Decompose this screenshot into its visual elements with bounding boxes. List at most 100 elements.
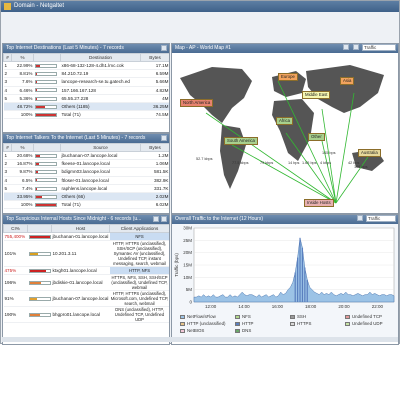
table-row[interactable]: 4 6.46% 157.166.167.128 4.82M: [3, 86, 169, 95]
map-panel-header: Map - AP - World Map #1 Traffic: [172, 44, 398, 53]
table-row[interactable]: 100% Total (71) 6.02M: [3, 200, 169, 210]
table-row[interactable]: 100% Total (71) 74.5M: [3, 110, 169, 120]
row-percent: 6.5%: [11, 176, 34, 185]
region-africa[interactable]: Africa: [276, 117, 293, 125]
column-header[interactable]: [27, 224, 52, 233]
refresh-icon[interactable]: [153, 216, 159, 222]
legend-item[interactable]: SSH: [290, 314, 306, 319]
column-header[interactable]: [33, 143, 61, 152]
table-row[interactable]: 91% jbuchanan-07.lancope.local HTTP, HTTPS…: [3, 290, 169, 308]
row-index: 4: [3, 86, 12, 95]
row-ci-percent: 91%: [3, 290, 28, 308]
legend-item[interactable]: HTTPS: [290, 321, 311, 326]
percent-bar: [34, 194, 57, 199]
legend-item[interactable]: HTTP (unclassified): [180, 321, 225, 326]
row-source: fkeese-01.lancope.local: [60, 159, 141, 169]
table-row[interactable]: 1 20.68% jbuchanan-07.lancope.local 1.2M: [3, 151, 169, 161]
table-row[interactable]: 2 8.81% 84.210.72.19 6.59M: [3, 69, 169, 79]
table-row[interactable]: 1 22.99% x86-68-132-128-4.dh1.lmc.cok 17.1M: [3, 61, 169, 71]
table-row[interactable]: 196% jbdiskie-01.lancope.local HTTPS, NFS,…: [3, 274, 169, 292]
table-row[interactable]: 48.72% Others (1185) 36.25M: [3, 102, 169, 112]
column-header[interactable]: [33, 53, 61, 62]
bar-cell: [33, 151, 61, 161]
traffic-chart-area: 0 5M 10M 15M 20M 25M 30M 12:00 14:00 16:00 18:00 20…: [172, 224, 398, 340]
map-metric-dropdown[interactable]: Traffic: [362, 44, 396, 51]
bar-cell: [33, 86, 61, 95]
row-percent: 5.36%: [11, 94, 34, 103]
row-index: [3, 102, 12, 112]
region-australia[interactable]: Australia: [358, 149, 381, 157]
panel-options-icon[interactable]: [161, 45, 167, 51]
region-middle-east[interactable]: Middle East: [302, 91, 331, 99]
legend-label: HTTPS: [297, 321, 312, 326]
panel-options-icon[interactable]: [161, 216, 167, 222]
row-percent: 8.81%: [11, 69, 34, 79]
row-host: bhgpro01.lancope.local: [51, 306, 110, 324]
percent-bar: [34, 186, 57, 191]
legend-item[interactable]: DNS: [235, 328, 251, 333]
table-row[interactable]: 5 7.4% raphlens.lancope.local 331.7K: [3, 184, 169, 193]
legend-item[interactable]: NetFlow/sFlow: [180, 314, 216, 319]
region-north-america[interactable]: North America: [180, 99, 214, 107]
table-row[interactable]: 33.95% Others (66) 2.02M: [3, 192, 169, 202]
legend-item[interactable]: NetBIOS: [180, 328, 204, 333]
legend-label: NetBIOS: [187, 328, 205, 333]
table-row[interactable]: 3 7.6% lancope-research-se.tu.gatech.ed 5.6…: [3, 77, 169, 87]
percent-bar: [28, 251, 51, 256]
percent-bar: [28, 269, 51, 274]
legend-label: HTTP (unclassified): [187, 321, 226, 326]
column-header[interactable]: Destination: [60, 53, 141, 62]
row-index: 2: [3, 69, 12, 79]
y-tick-label: 10M: [183, 275, 192, 280]
column-header[interactable]: #: [3, 143, 12, 152]
bar-cell: [33, 69, 61, 79]
region-other[interactable]: Other: [308, 133, 325, 141]
panel-options-icon[interactable]: [161, 135, 167, 141]
row-client-apps: HTTP, HTTPS (unclassified), SSH/SCP (unc…: [109, 240, 169, 268]
legend-item[interactable]: Undefined UDP: [345, 321, 383, 326]
percent-bar: [34, 153, 57, 158]
bar-cell: [33, 110, 61, 120]
row-ci-percent: 196%: [3, 274, 28, 292]
traffic-metric-dropdown[interactable]: Traffic: [366, 215, 396, 222]
legend-item[interactable]: Undefined TCP: [345, 314, 382, 319]
column-header[interactable]: #: [3, 53, 12, 62]
column-header[interactable]: Source: [60, 143, 141, 152]
table-row[interactable]: 190% bhgpro01.lancope.local DNS (unclassif…: [3, 306, 169, 324]
column-header[interactable]: %: [11, 53, 34, 62]
row-destination: 65.55.27.228: [60, 94, 141, 103]
column-header[interactable]: %: [11, 143, 34, 152]
row-index: 1: [3, 151, 12, 161]
row-host: jbuchanan-01.lancope.local: [51, 232, 110, 242]
legend-swatch: [235, 328, 240, 333]
table-row[interactable]: 3 9.87% bdigmn03.lancope.local 581.5K: [3, 167, 169, 177]
settings-icon[interactable]: [352, 44, 359, 50]
refresh-icon[interactable]: [356, 215, 363, 221]
table-row[interactable]: 475% ktxgh01.lancope.local HTTP, NFS: [3, 266, 169, 276]
row-bytes: 74.5M: [140, 110, 169, 120]
legend-swatch: [290, 314, 295, 319]
row-percent: 33.95%: [11, 192, 34, 202]
region-asia[interactable]: Asia: [340, 77, 355, 85]
table-row[interactable]: 5 5.36% 65.55.27.228 4M: [3, 94, 169, 103]
zoom-icon[interactable]: [343, 44, 350, 50]
talkers-panel: Top Internet Talkers To the Internet (La…: [2, 133, 170, 214]
legend-item[interactable]: NFS: [235, 314, 251, 319]
destinations-panel: Top Internet Destinations (Last 5 Minute…: [2, 43, 170, 133]
legend-item[interactable]: HTTP: [235, 321, 253, 326]
row-client-apps: HTTP, HTTPS (unclassified), Microsoft.co…: [109, 290, 169, 308]
row-bytes: 17.1M: [140, 61, 169, 71]
bar-cell: [27, 240, 52, 268]
table-row[interactable]: 101% 10.201.3.11 HTTP, HTTPS (unclassified…: [3, 240, 169, 268]
region-europe[interactable]: Europe: [278, 73, 298, 81]
region-south-america[interactable]: South America: [224, 137, 258, 145]
table-row[interactable]: 2 16.87% fkeese-01.lancope.local 1.06M: [3, 159, 169, 169]
column-header[interactable]: Host: [51, 224, 110, 233]
percent-bar: [34, 80, 57, 85]
column-header[interactable]: CI%: [3, 224, 28, 233]
percent-bar: [28, 313, 51, 318]
table-row[interactable]: 755,400% jbuchanan-01.lancope.local NFS: [3, 232, 169, 242]
region-inside-hosts[interactable]: Inside Hosts: [304, 199, 334, 207]
table-row[interactable]: 4 6.5% ftloser-01.lancope.local 382.9K: [3, 176, 169, 185]
row-percent: 9.87%: [11, 167, 34, 177]
